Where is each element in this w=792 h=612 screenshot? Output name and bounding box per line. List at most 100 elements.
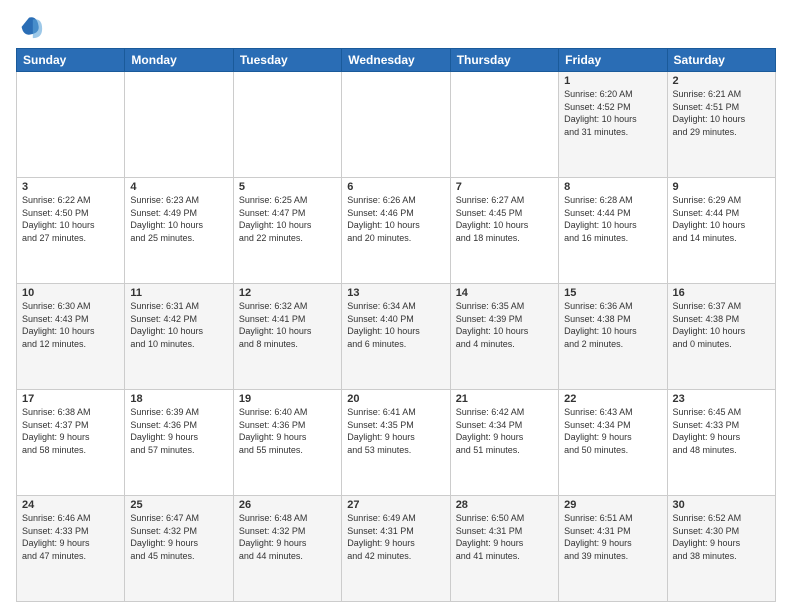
weekday-header-tuesday: Tuesday bbox=[233, 49, 341, 72]
day-info: Sunrise: 6:48 AM Sunset: 4:32 PM Dayligh… bbox=[239, 512, 336, 562]
calendar-cell: 23Sunrise: 6:45 AM Sunset: 4:33 PM Dayli… bbox=[667, 390, 775, 496]
day-info: Sunrise: 6:28 AM Sunset: 4:44 PM Dayligh… bbox=[564, 194, 661, 244]
calendar-cell: 30Sunrise: 6:52 AM Sunset: 4:30 PM Dayli… bbox=[667, 496, 775, 602]
calendar-cell: 11Sunrise: 6:31 AM Sunset: 4:42 PM Dayli… bbox=[125, 284, 233, 390]
calendar-cell: 3Sunrise: 6:22 AM Sunset: 4:50 PM Daylig… bbox=[17, 178, 125, 284]
day-info: Sunrise: 6:47 AM Sunset: 4:32 PM Dayligh… bbox=[130, 512, 227, 562]
day-number: 26 bbox=[239, 499, 336, 511]
day-number: 2 bbox=[673, 75, 770, 87]
calendar-cell: 18Sunrise: 6:39 AM Sunset: 4:36 PM Dayli… bbox=[125, 390, 233, 496]
weekday-header-saturday: Saturday bbox=[667, 49, 775, 72]
day-number: 4 bbox=[130, 181, 227, 193]
calendar-cell: 7Sunrise: 6:27 AM Sunset: 4:45 PM Daylig… bbox=[450, 178, 558, 284]
day-number: 28 bbox=[456, 499, 553, 511]
day-number: 21 bbox=[456, 393, 553, 405]
calendar-cell: 29Sunrise: 6:51 AM Sunset: 4:31 PM Dayli… bbox=[559, 496, 667, 602]
day-number: 20 bbox=[347, 393, 444, 405]
calendar-cell: 6Sunrise: 6:26 AM Sunset: 4:46 PM Daylig… bbox=[342, 178, 450, 284]
calendar-cell: 12Sunrise: 6:32 AM Sunset: 4:41 PM Dayli… bbox=[233, 284, 341, 390]
day-info: Sunrise: 6:36 AM Sunset: 4:38 PM Dayligh… bbox=[564, 300, 661, 350]
logo-icon bbox=[16, 12, 44, 40]
day-info: Sunrise: 6:45 AM Sunset: 4:33 PM Dayligh… bbox=[673, 406, 770, 456]
day-number: 17 bbox=[22, 393, 119, 405]
day-number: 6 bbox=[347, 181, 444, 193]
day-info: Sunrise: 6:34 AM Sunset: 4:40 PM Dayligh… bbox=[347, 300, 444, 350]
calendar-cell: 21Sunrise: 6:42 AM Sunset: 4:34 PM Dayli… bbox=[450, 390, 558, 496]
calendar-cell: 26Sunrise: 6:48 AM Sunset: 4:32 PM Dayli… bbox=[233, 496, 341, 602]
day-info: Sunrise: 6:37 AM Sunset: 4:38 PM Dayligh… bbox=[673, 300, 770, 350]
calendar-cell bbox=[342, 72, 450, 178]
calendar-week-3: 10Sunrise: 6:30 AM Sunset: 4:43 PM Dayli… bbox=[17, 284, 776, 390]
day-number: 19 bbox=[239, 393, 336, 405]
weekday-header-thursday: Thursday bbox=[450, 49, 558, 72]
calendar-cell: 1Sunrise: 6:20 AM Sunset: 4:52 PM Daylig… bbox=[559, 72, 667, 178]
calendar-cell: 22Sunrise: 6:43 AM Sunset: 4:34 PM Dayli… bbox=[559, 390, 667, 496]
day-info: Sunrise: 6:32 AM Sunset: 4:41 PM Dayligh… bbox=[239, 300, 336, 350]
day-number: 10 bbox=[22, 287, 119, 299]
calendar-week-2: 3Sunrise: 6:22 AM Sunset: 4:50 PM Daylig… bbox=[17, 178, 776, 284]
day-info: Sunrise: 6:40 AM Sunset: 4:36 PM Dayligh… bbox=[239, 406, 336, 456]
day-info: Sunrise: 6:25 AM Sunset: 4:47 PM Dayligh… bbox=[239, 194, 336, 244]
calendar-table: SundayMondayTuesdayWednesdayThursdayFrid… bbox=[16, 48, 776, 602]
calendar-cell bbox=[450, 72, 558, 178]
day-number: 7 bbox=[456, 181, 553, 193]
calendar-week-1: 1Sunrise: 6:20 AM Sunset: 4:52 PM Daylig… bbox=[17, 72, 776, 178]
logo bbox=[16, 12, 48, 40]
day-info: Sunrise: 6:46 AM Sunset: 4:33 PM Dayligh… bbox=[22, 512, 119, 562]
weekday-header-wednesday: Wednesday bbox=[342, 49, 450, 72]
day-number: 1 bbox=[564, 75, 661, 87]
day-info: Sunrise: 6:27 AM Sunset: 4:45 PM Dayligh… bbox=[456, 194, 553, 244]
calendar-cell: 20Sunrise: 6:41 AM Sunset: 4:35 PM Dayli… bbox=[342, 390, 450, 496]
calendar-cell: 15Sunrise: 6:36 AM Sunset: 4:38 PM Dayli… bbox=[559, 284, 667, 390]
calendar-cell: 5Sunrise: 6:25 AM Sunset: 4:47 PM Daylig… bbox=[233, 178, 341, 284]
day-info: Sunrise: 6:38 AM Sunset: 4:37 PM Dayligh… bbox=[22, 406, 119, 456]
weekday-header-friday: Friday bbox=[559, 49, 667, 72]
calendar-cell bbox=[17, 72, 125, 178]
day-info: Sunrise: 6:29 AM Sunset: 4:44 PM Dayligh… bbox=[673, 194, 770, 244]
page: SundayMondayTuesdayWednesdayThursdayFrid… bbox=[0, 0, 792, 612]
day-number: 15 bbox=[564, 287, 661, 299]
day-number: 3 bbox=[22, 181, 119, 193]
day-number: 29 bbox=[564, 499, 661, 511]
calendar-cell: 2Sunrise: 6:21 AM Sunset: 4:51 PM Daylig… bbox=[667, 72, 775, 178]
day-number: 11 bbox=[130, 287, 227, 299]
day-info: Sunrise: 6:49 AM Sunset: 4:31 PM Dayligh… bbox=[347, 512, 444, 562]
day-number: 24 bbox=[22, 499, 119, 511]
day-info: Sunrise: 6:21 AM Sunset: 4:51 PM Dayligh… bbox=[673, 88, 770, 138]
day-info: Sunrise: 6:43 AM Sunset: 4:34 PM Dayligh… bbox=[564, 406, 661, 456]
day-number: 14 bbox=[456, 287, 553, 299]
calendar-cell: 16Sunrise: 6:37 AM Sunset: 4:38 PM Dayli… bbox=[667, 284, 775, 390]
header bbox=[16, 12, 776, 40]
calendar-cell: 9Sunrise: 6:29 AM Sunset: 4:44 PM Daylig… bbox=[667, 178, 775, 284]
day-info: Sunrise: 6:31 AM Sunset: 4:42 PM Dayligh… bbox=[130, 300, 227, 350]
day-number: 13 bbox=[347, 287, 444, 299]
calendar-cell: 4Sunrise: 6:23 AM Sunset: 4:49 PM Daylig… bbox=[125, 178, 233, 284]
weekday-header-monday: Monday bbox=[125, 49, 233, 72]
day-info: Sunrise: 6:52 AM Sunset: 4:30 PM Dayligh… bbox=[673, 512, 770, 562]
weekday-header-row: SundayMondayTuesdayWednesdayThursdayFrid… bbox=[17, 49, 776, 72]
day-info: Sunrise: 6:23 AM Sunset: 4:49 PM Dayligh… bbox=[130, 194, 227, 244]
day-number: 8 bbox=[564, 181, 661, 193]
day-info: Sunrise: 6:41 AM Sunset: 4:35 PM Dayligh… bbox=[347, 406, 444, 456]
day-info: Sunrise: 6:51 AM Sunset: 4:31 PM Dayligh… bbox=[564, 512, 661, 562]
day-info: Sunrise: 6:50 AM Sunset: 4:31 PM Dayligh… bbox=[456, 512, 553, 562]
day-number: 18 bbox=[130, 393, 227, 405]
day-number: 12 bbox=[239, 287, 336, 299]
day-number: 23 bbox=[673, 393, 770, 405]
day-number: 9 bbox=[673, 181, 770, 193]
calendar-week-5: 24Sunrise: 6:46 AM Sunset: 4:33 PM Dayli… bbox=[17, 496, 776, 602]
day-number: 30 bbox=[673, 499, 770, 511]
weekday-header-sunday: Sunday bbox=[17, 49, 125, 72]
day-number: 27 bbox=[347, 499, 444, 511]
day-number: 22 bbox=[564, 393, 661, 405]
calendar-cell: 28Sunrise: 6:50 AM Sunset: 4:31 PM Dayli… bbox=[450, 496, 558, 602]
calendar-cell: 13Sunrise: 6:34 AM Sunset: 4:40 PM Dayli… bbox=[342, 284, 450, 390]
day-info: Sunrise: 6:26 AM Sunset: 4:46 PM Dayligh… bbox=[347, 194, 444, 244]
calendar-cell: 19Sunrise: 6:40 AM Sunset: 4:36 PM Dayli… bbox=[233, 390, 341, 496]
calendar-cell bbox=[233, 72, 341, 178]
calendar-cell: 25Sunrise: 6:47 AM Sunset: 4:32 PM Dayli… bbox=[125, 496, 233, 602]
calendar-cell: 27Sunrise: 6:49 AM Sunset: 4:31 PM Dayli… bbox=[342, 496, 450, 602]
calendar-cell: 17Sunrise: 6:38 AM Sunset: 4:37 PM Dayli… bbox=[17, 390, 125, 496]
day-number: 16 bbox=[673, 287, 770, 299]
calendar-week-4: 17Sunrise: 6:38 AM Sunset: 4:37 PM Dayli… bbox=[17, 390, 776, 496]
